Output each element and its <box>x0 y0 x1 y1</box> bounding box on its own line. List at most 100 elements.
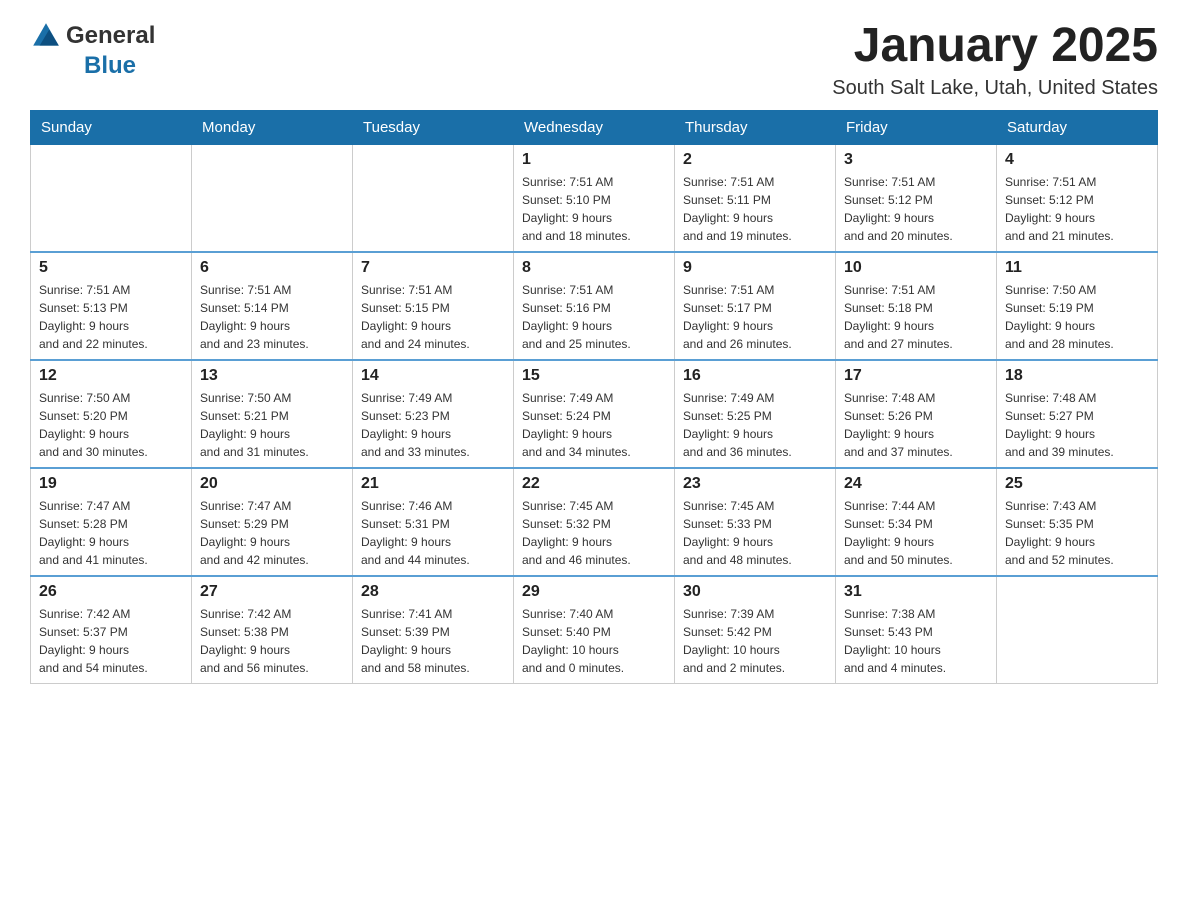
day-info: Sunrise: 7:50 AMSunset: 5:19 PMDaylight:… <box>1005 281 1149 353</box>
weekday-header-tuesday: Tuesday <box>353 110 514 144</box>
day-info: Sunrise: 7:51 AMSunset: 5:12 PMDaylight:… <box>844 173 988 245</box>
logo-general-text: General <box>66 22 155 50</box>
calendar-cell: 28 Sunrise: 7:41 AMSunset: 5:39 PMDayligh… <box>353 576 514 684</box>
weekday-header-saturday: Saturday <box>997 110 1158 144</box>
day-number: 20 <box>200 475 344 493</box>
day-info: Sunrise: 7:50 AMSunset: 5:20 PMDaylight:… <box>39 389 183 461</box>
calendar-cell: 10 Sunrise: 7:51 AMSunset: 5:18 PMDayligh… <box>836 252 997 360</box>
day-info: Sunrise: 7:41 AMSunset: 5:39 PMDaylight:… <box>361 605 505 677</box>
day-info: Sunrise: 7:51 AMSunset: 5:17 PMDaylight:… <box>683 281 827 353</box>
calendar-cell <box>192 144 353 252</box>
day-number: 16 <box>683 367 827 385</box>
day-number: 17 <box>844 367 988 385</box>
calendar-cell: 8 Sunrise: 7:51 AMSunset: 5:16 PMDaylight… <box>514 252 675 360</box>
calendar-cell: 14 Sunrise: 7:49 AMSunset: 5:23 PMDayligh… <box>353 360 514 468</box>
calendar-week-4: 19 Sunrise: 7:47 AMSunset: 5:28 PMDayligh… <box>31 468 1158 576</box>
day-info: Sunrise: 7:51 AMSunset: 5:15 PMDaylight:… <box>361 281 505 353</box>
calendar-cell: 5Sunrise: 7:51 AMSunset: 5:13 PMDaylight… <box>31 252 192 360</box>
logo-blue-text: Blue <box>84 52 136 80</box>
calendar-cell <box>31 144 192 252</box>
day-number: 31 <box>844 583 988 601</box>
day-info: Sunrise: 7:42 AMSunset: 5:38 PMDaylight:… <box>200 605 344 677</box>
day-number: 18 <box>1005 367 1149 385</box>
day-number: 14 <box>361 367 505 385</box>
calendar-cell: 18 Sunrise: 7:48 AMSunset: 5:27 PMDayligh… <box>997 360 1158 468</box>
weekday-header-friday: Friday <box>836 110 997 144</box>
day-number: 24 <box>844 475 988 493</box>
calendar-cell: 21 Sunrise: 7:46 AMSunset: 5:31 PMDayligh… <box>353 468 514 576</box>
day-info: Sunrise: 7:48 AMSunset: 5:27 PMDaylight:… <box>1005 389 1149 461</box>
day-info: Sunrise: 7:43 AMSunset: 5:35 PMDaylight:… <box>1005 497 1149 569</box>
weekday-header-wednesday: Wednesday <box>514 110 675 144</box>
calendar-week-3: 12Sunrise: 7:50 AMSunset: 5:20 PMDayligh… <box>31 360 1158 468</box>
page-header: General Blue January 2025 South Salt Lak… <box>30 20 1158 100</box>
location-title: South Salt Lake, Utah, United States <box>832 77 1158 100</box>
calendar-cell: 13 Sunrise: 7:50 AMSunset: 5:21 PMDayligh… <box>192 360 353 468</box>
day-number: 29 <box>522 583 666 601</box>
calendar-cell: 25Sunrise: 7:43 AMSunset: 5:35 PMDayligh… <box>997 468 1158 576</box>
day-number: 9 <box>683 259 827 277</box>
day-number: 13 <box>200 367 344 385</box>
logo: General Blue <box>30 20 155 80</box>
calendar-cell: 30 Sunrise: 7:39 AMSunset: 5:42 PMDayligh… <box>675 576 836 684</box>
day-number: 5 <box>39 259 183 277</box>
day-number: 4 <box>1005 151 1149 169</box>
calendar-cell: 19 Sunrise: 7:47 AMSunset: 5:28 PMDayligh… <box>31 468 192 576</box>
day-number: 15 <box>522 367 666 385</box>
calendar-cell: 2 Sunrise: 7:51 AMSunset: 5:11 PMDaylight… <box>675 144 836 252</box>
calendar-cell: 7Sunrise: 7:51 AMSunset: 5:15 PMDaylight… <box>353 252 514 360</box>
day-number: 26 <box>39 583 183 601</box>
generalblue-logo-icon <box>30 20 62 52</box>
day-number: 30 <box>683 583 827 601</box>
calendar-week-5: 26Sunrise: 7:42 AMSunset: 5:37 PMDayligh… <box>31 576 1158 684</box>
day-info: Sunrise: 7:45 AMSunset: 5:32 PMDaylight:… <box>522 497 666 569</box>
calendar-cell: 12Sunrise: 7:50 AMSunset: 5:20 PMDayligh… <box>31 360 192 468</box>
day-info: Sunrise: 7:46 AMSunset: 5:31 PMDaylight:… <box>361 497 505 569</box>
day-number: 8 <box>522 259 666 277</box>
day-info: Sunrise: 7:45 AMSunset: 5:33 PMDaylight:… <box>683 497 827 569</box>
day-number: 6 <box>200 259 344 277</box>
calendar-cell: 9 Sunrise: 7:51 AMSunset: 5:17 PMDaylight… <box>675 252 836 360</box>
day-number: 1 <box>522 151 666 169</box>
day-info: Sunrise: 7:39 AMSunset: 5:42 PMDaylight:… <box>683 605 827 677</box>
day-info: Sunrise: 7:48 AMSunset: 5:26 PMDaylight:… <box>844 389 988 461</box>
title-block: January 2025 South Salt Lake, Utah, Unit… <box>832 20 1158 100</box>
day-info: Sunrise: 7:38 AMSunset: 5:43 PMDaylight:… <box>844 605 988 677</box>
month-title: January 2025 <box>832 20 1158 73</box>
day-number: 23 <box>683 475 827 493</box>
calendar-cell: 31 Sunrise: 7:38 AMSunset: 5:43 PMDayligh… <box>836 576 997 684</box>
calendar-cell: 16 Sunrise: 7:49 AMSunset: 5:25 PMDayligh… <box>675 360 836 468</box>
day-info: Sunrise: 7:49 AMSunset: 5:25 PMDaylight:… <box>683 389 827 461</box>
day-number: 2 <box>683 151 827 169</box>
calendar-cell: 11 Sunrise: 7:50 AMSunset: 5:19 PMDayligh… <box>997 252 1158 360</box>
day-info: Sunrise: 7:40 AMSunset: 5:40 PMDaylight:… <box>522 605 666 677</box>
weekday-header-row: SundayMondayTuesdayWednesdayThursdayFrid… <box>31 110 1158 144</box>
calendar-cell: 17 Sunrise: 7:48 AMSunset: 5:26 PMDayligh… <box>836 360 997 468</box>
day-info: Sunrise: 7:50 AMSunset: 5:21 PMDaylight:… <box>200 389 344 461</box>
calendar-cell <box>997 576 1158 684</box>
calendar-cell: 3 Sunrise: 7:51 AMSunset: 5:12 PMDaylight… <box>836 144 997 252</box>
calendar-cell: 29 Sunrise: 7:40 AMSunset: 5:40 PMDayligh… <box>514 576 675 684</box>
day-info: Sunrise: 7:51 AMSunset: 5:16 PMDaylight:… <box>522 281 666 353</box>
day-info: Sunrise: 7:44 AMSunset: 5:34 PMDaylight:… <box>844 497 988 569</box>
calendar-week-2: 5Sunrise: 7:51 AMSunset: 5:13 PMDaylight… <box>31 252 1158 360</box>
day-number: 3 <box>844 151 988 169</box>
calendar-cell: 22 Sunrise: 7:45 AMSunset: 5:32 PMDayligh… <box>514 468 675 576</box>
day-number: 28 <box>361 583 505 601</box>
calendar-table: SundayMondayTuesdayWednesdayThursdayFrid… <box>30 110 1158 684</box>
calendar-cell: 1Sunrise: 7:51 AMSunset: 5:10 PMDaylight… <box>514 144 675 252</box>
weekday-header-thursday: Thursday <box>675 110 836 144</box>
day-number: 10 <box>844 259 988 277</box>
day-info: Sunrise: 7:49 AMSunset: 5:23 PMDaylight:… <box>361 389 505 461</box>
day-info: Sunrise: 7:47 AMSunset: 5:28 PMDaylight:… <box>39 497 183 569</box>
day-info: Sunrise: 7:51 AMSunset: 5:11 PMDaylight:… <box>683 173 827 245</box>
day-number: 11 <box>1005 259 1149 277</box>
calendar-cell: 4Sunrise: 7:51 AMSunset: 5:12 PMDaylight… <box>997 144 1158 252</box>
day-info: Sunrise: 7:51 AMSunset: 5:18 PMDaylight:… <box>844 281 988 353</box>
day-info: Sunrise: 7:49 AMSunset: 5:24 PMDaylight:… <box>522 389 666 461</box>
day-number: 22 <box>522 475 666 493</box>
day-number: 19 <box>39 475 183 493</box>
calendar-cell: 24 Sunrise: 7:44 AMSunset: 5:34 PMDayligh… <box>836 468 997 576</box>
calendar-cell: 26Sunrise: 7:42 AMSunset: 5:37 PMDayligh… <box>31 576 192 684</box>
day-number: 21 <box>361 475 505 493</box>
